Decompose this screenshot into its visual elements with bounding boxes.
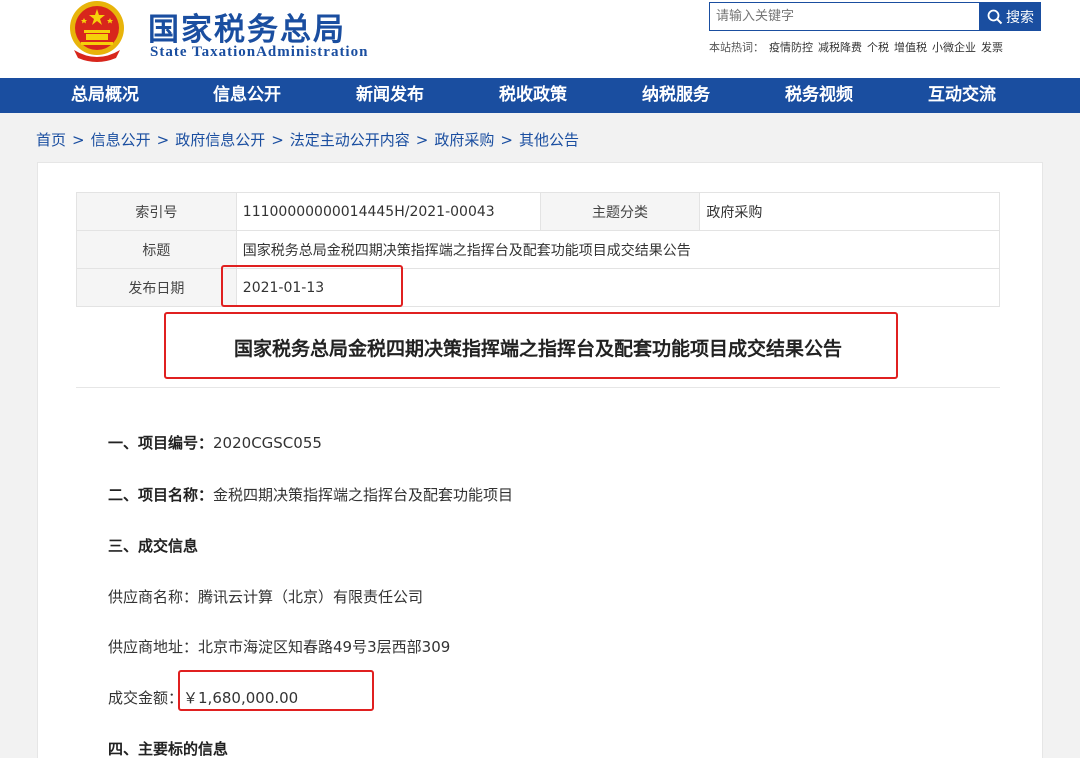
meta-row-date: 发布日期 2021-01-13 [76,268,1001,307]
breadcrumb-gov-info[interactable]: 政府信息公开 [175,131,265,149]
nav-item-overview[interactable]: 总局概况 [71,78,139,113]
main-items-heading: 四、主要标的信息 [108,738,228,758]
breadcrumb-separator: > [156,131,170,149]
search-input[interactable] [709,2,980,31]
hot-word-link[interactable]: 个税 [867,41,889,54]
meta-table: 索引号 11100000000014445H/2021-00043 主题分类 政… [76,192,1001,307]
meta-title-label: 标题 [76,230,237,269]
deal-info-heading: 三、成交信息 [108,535,198,556]
hot-word-link[interactable]: 减税降费 [818,41,862,54]
breadcrumb-procurement[interactable]: 政府采购 [434,131,494,149]
supplier-address-value: 北京市海淀区知春路49号3层西部309 [198,638,451,656]
search-button-label: 搜索 [1006,9,1034,26]
supplier-name-value: 腾讯云计算（北京）有限责任公司 [198,588,424,606]
hot-word-link[interactable]: 疫情防控 [769,41,813,54]
hot-words: 本站热词： 疫情防控 减税降费 个税 增值税 小微企业 发票 [709,39,1003,55]
supplier-name-label: 供应商名称： [108,588,199,606]
hot-word-link[interactable]: 增值税 [894,41,927,54]
breadcrumb-separator: > [500,131,513,149]
hot-words-label: 本站热词： [709,41,764,54]
breadcrumb-separator: > [415,131,429,149]
project-number-line: 一、项目编号：2020CGSC055 [108,432,322,453]
supplier-address-label: 供应商地址： [108,638,199,656]
meta-category-value: 政府采购 [699,192,1000,231]
supplier-name-line: 供应商名称：腾讯云计算（北京）有限责任公司 [108,586,423,607]
project-number-label: 一、项目编号： [108,434,214,452]
project-number-value: 2020CGSC055 [213,434,322,452]
nav-item-news[interactable]: 新闻发布 [356,78,424,113]
amount-label: 成交金额： [108,689,184,707]
site-header: 国家税务总局 State TaxationAdministration 搜索 本… [0,0,1080,78]
highlight-box-date [221,265,403,307]
meta-row-index: 索引号 11100000000014445H/2021-00043 主题分类 政… [76,192,1000,231]
meta-category-label: 主题分类 [539,192,701,231]
nav-item-video[interactable]: 税务视频 [785,78,853,113]
main-items-heading-text: 四、主要标的信息 [108,740,229,758]
meta-index-label: 索引号 [76,192,237,231]
search-icon [987,9,1003,24]
project-name-label: 二、项目名称： [108,486,214,504]
breadcrumb: 首页 > 信息公开 > 政府信息公开 > 法定主动公开内容 > 政府采购 > 其他公告 [36,129,579,150]
meta-row-title: 标题 国家税务总局金税四期决策指挥端之指挥台及配套功能项目成交结果公告 [76,230,1001,269]
nav-item-info[interactable]: 信息公开 [213,78,281,113]
nav-item-interaction[interactable]: 互动交流 [928,78,996,113]
nav-item-policy[interactable]: 税收政策 [499,78,567,113]
nav-item-service[interactable]: 纳税服务 [642,78,710,113]
search-button[interactable]: 搜索 [980,2,1041,31]
project-name-line: 二、项目名称：金税四期决策指挥端之指挥台及配套功能项目 [108,484,513,505]
meta-date-label: 发布日期 [76,268,237,307]
main-nav: 总局概况 信息公开 新闻发布 税收政策 纳税服务 税务视频 互动交流 [0,78,1080,113]
breadcrumb-home[interactable]: 首页 [36,131,66,149]
national-emblem-icon[interactable] [64,0,130,62]
meta-title-value: 国家税务总局金税四期决策指挥端之指挥台及配套功能项目成交结果公告 [235,230,1001,269]
breadcrumb-statutory[interactable]: 法定主动公开内容 [290,131,410,149]
divider [76,387,1000,388]
site-title[interactable]: 国家税务总局 [148,4,346,49]
hot-word-link[interactable]: 发票 [981,41,1003,54]
breadcrumb-other-notices[interactable]: 其他公告 [519,131,579,149]
site-subtitle: State TaxationAdministration [150,44,369,60]
breadcrumb-info[interactable]: 信息公开 [91,131,151,149]
breadcrumb-separator: > [271,131,284,149]
supplier-address-line: 供应商地址：北京市海淀区知春路49号3层西部309 [108,636,450,657]
meta-index-value: 11100000000014445H/2021-00043 [235,192,541,231]
highlight-box-amount [178,670,374,711]
highlight-box-title [164,312,898,379]
project-name-value: 金税四期决策指挥端之指挥台及配套功能项目 [213,486,514,504]
hot-word-link[interactable]: 小微企业 [932,41,976,54]
deal-info-heading-text: 三、成交信息 [108,537,199,555]
breadcrumb-separator: > [72,131,85,149]
